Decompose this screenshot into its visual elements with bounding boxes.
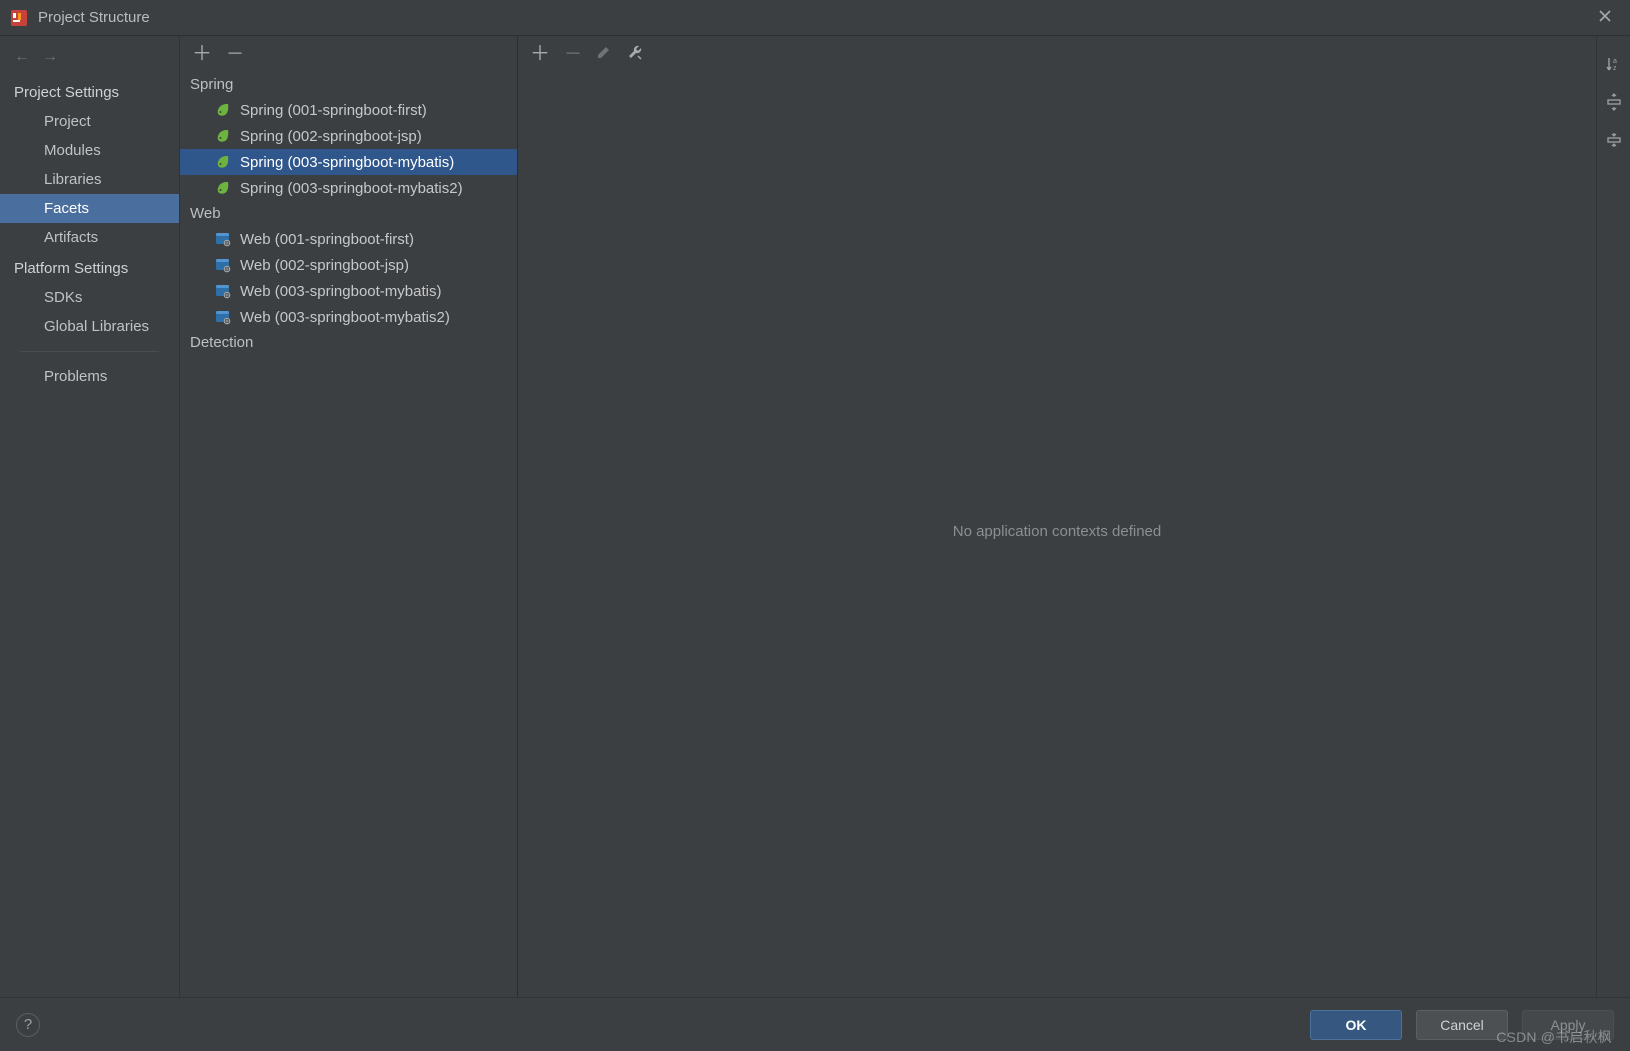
bottom-bar: ? OK Cancel Apply xyxy=(0,997,1630,1051)
app-icon xyxy=(10,9,28,27)
web-icon xyxy=(214,230,232,248)
tree-row-label: Spring (002-springboot-jsp) xyxy=(240,128,422,145)
spring-icon xyxy=(214,179,232,197)
detail-toolbar: ＋ － xyxy=(518,36,1596,66)
expand-all-icon[interactable] xyxy=(1604,92,1624,112)
nav-separator xyxy=(20,351,159,352)
help-icon[interactable]: ? xyxy=(16,1013,40,1037)
nav-section-project-settings: Project Settings xyxy=(0,76,179,107)
project-structure-dialog: Project Structure ← → Project Settings P… xyxy=(0,0,1630,1051)
nav-item-artifacts[interactable]: Artifacts xyxy=(0,223,179,252)
facet-list-toolbar: ＋ － xyxy=(180,36,517,66)
spring-icon xyxy=(214,153,232,171)
facet-tree[interactable]: Spring Spring (001-springboot-first) Sprin… xyxy=(180,66,517,997)
web-icon xyxy=(214,282,232,300)
left-nav: ← → Project Settings Project Modules Lib… xyxy=(0,36,180,997)
close-icon[interactable] xyxy=(1594,3,1616,32)
tree-row[interactable]: Web (003-springboot-mybatis2) xyxy=(180,304,517,330)
tree-row-label: Spring (003-springboot-mybatis) xyxy=(240,154,454,171)
detail-panel: ＋ － No application contexts defined az xyxy=(518,36,1630,997)
collapse-all-icon[interactable] xyxy=(1604,130,1624,150)
right-gutter: az xyxy=(1596,36,1630,997)
tree-row[interactable]: Spring (002-springboot-jsp) xyxy=(180,123,517,149)
nav-item-modules[interactable]: Modules xyxy=(0,136,179,165)
nav-section-platform-settings: Platform Settings xyxy=(0,252,179,283)
tree-row[interactable]: Web (002-springboot-jsp) xyxy=(180,252,517,278)
web-icon xyxy=(214,308,232,326)
nav-item-project[interactable]: Project xyxy=(0,107,179,136)
tree-row[interactable]: Spring (003-springboot-mybatis) xyxy=(180,149,517,175)
nav-item-global-libraries[interactable]: Global Libraries xyxy=(0,312,179,341)
nav-item-facets[interactable]: Facets xyxy=(0,194,179,223)
tree-row[interactable]: Web (001-springboot-first) xyxy=(180,226,517,252)
spring-icon xyxy=(214,101,232,119)
detail-placeholder: No application contexts defined xyxy=(953,523,1161,540)
nav-item-sdks[interactable]: SDKs xyxy=(0,283,179,312)
tree-row-label: Spring (003-springboot-mybatis2) xyxy=(240,180,463,197)
tree-row[interactable]: Spring (003-springboot-mybatis2) xyxy=(180,175,517,201)
remove-context-icon: － xyxy=(564,45,582,63)
titlebar: Project Structure xyxy=(0,0,1630,36)
add-context-icon[interactable]: ＋ xyxy=(530,44,550,64)
nav-item-problems[interactable]: Problems xyxy=(0,362,179,391)
facet-list-panel: ＋ － SpringSpring (001-springboot-first)S… xyxy=(180,36,518,997)
ok-button[interactable]: OK xyxy=(1310,1010,1402,1040)
tree-row-label: Web (003-springboot-mybatis) xyxy=(240,283,441,300)
web-icon xyxy=(214,256,232,274)
tree-detection[interactable]: Detection xyxy=(180,330,517,355)
tree-group-header[interactable]: Spring xyxy=(180,72,517,97)
tree-group-header[interactable]: Web xyxy=(180,201,517,226)
edit-context-icon xyxy=(596,44,612,64)
svg-text:z: z xyxy=(1613,65,1617,72)
svg-text:a: a xyxy=(1613,58,1617,65)
tree-row[interactable]: Web (003-springboot-mybatis) xyxy=(180,278,517,304)
wrench-icon[interactable] xyxy=(626,43,644,65)
tree-row-label: Web (001-springboot-first) xyxy=(240,231,414,248)
spring-icon xyxy=(214,127,232,145)
tree-row[interactable]: Spring (001-springboot-first) xyxy=(180,97,517,123)
tree-row-label: Spring (001-springboot-first) xyxy=(240,102,427,119)
remove-facet-icon[interactable]: － xyxy=(226,45,244,63)
nav-forward-icon[interactable]: → xyxy=(42,48,58,66)
tree-row-label: Web (003-springboot-mybatis2) xyxy=(240,309,450,326)
sort-az-icon[interactable]: az xyxy=(1604,54,1624,74)
window-title: Project Structure xyxy=(38,9,150,26)
tree-row-label: Web (002-springboot-jsp) xyxy=(240,257,409,274)
apply-button: Apply xyxy=(1522,1010,1614,1040)
add-facet-icon[interactable]: ＋ xyxy=(192,44,212,64)
nav-back-icon[interactable]: ← xyxy=(14,48,30,66)
nav-item-libraries[interactable]: Libraries xyxy=(0,165,179,194)
cancel-button[interactable]: Cancel xyxy=(1416,1010,1508,1040)
